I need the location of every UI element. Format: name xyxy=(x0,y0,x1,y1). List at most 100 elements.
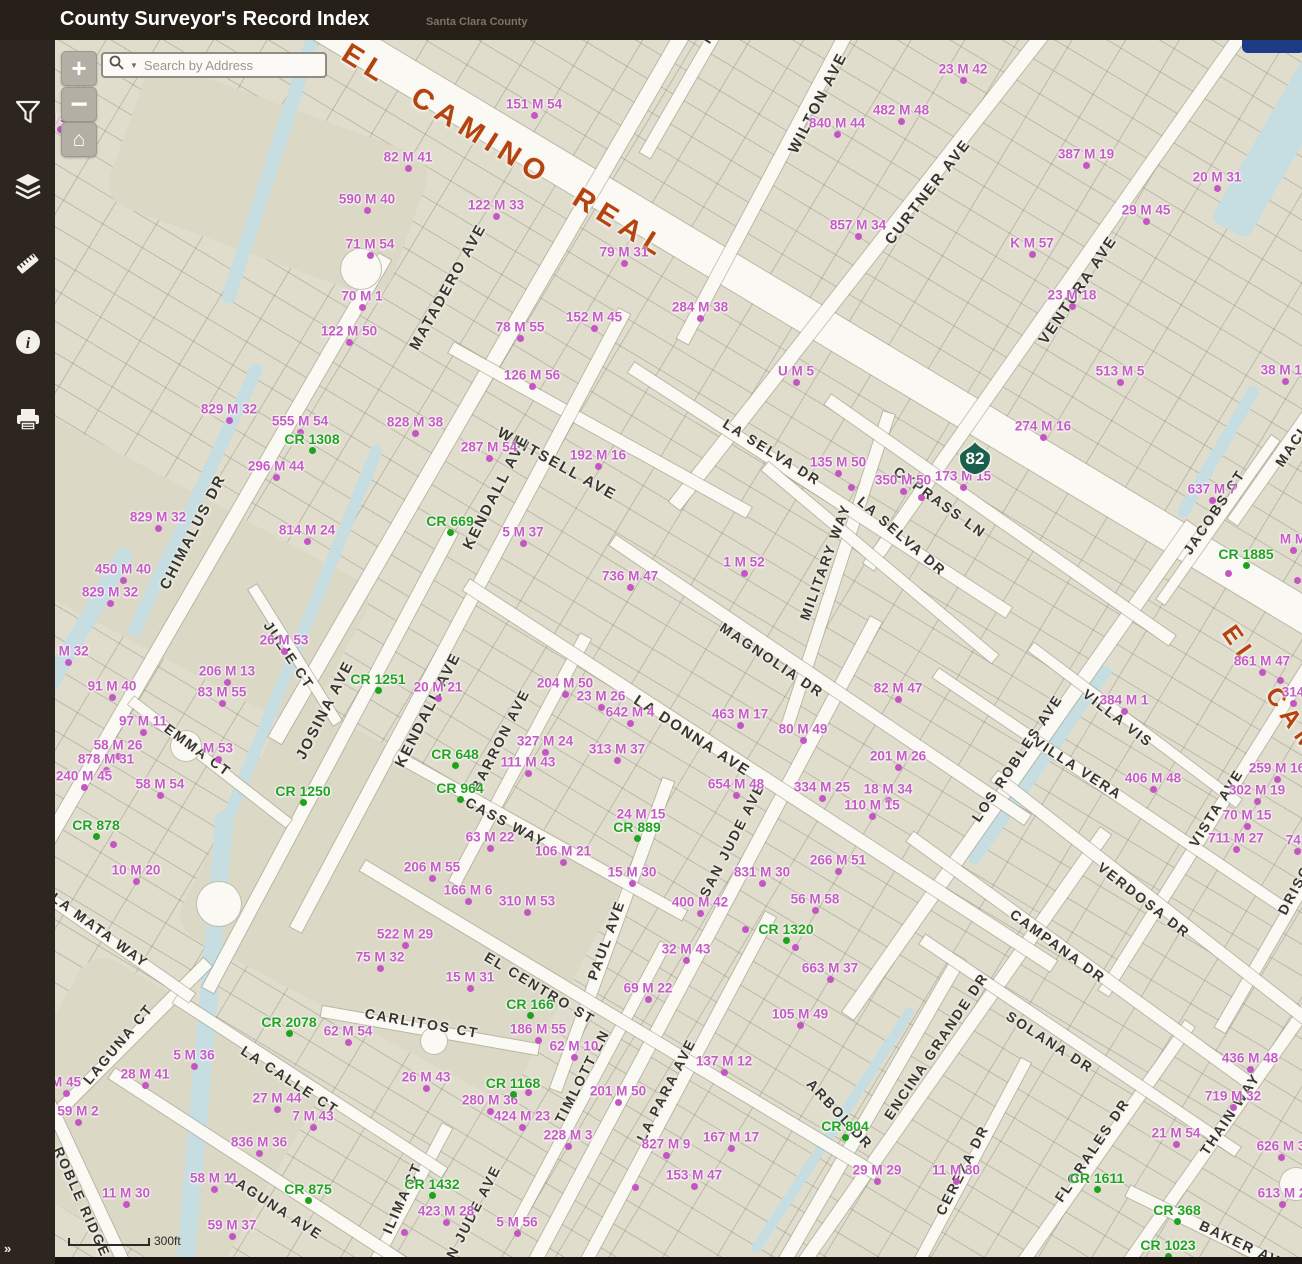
survey-record-dot[interactable] xyxy=(917,493,925,501)
survey-record-dot[interactable] xyxy=(644,996,652,1003)
survey-record-dot[interactable] xyxy=(225,417,233,424)
survey-record-dot[interactable] xyxy=(214,756,222,763)
survey-record-dot[interactable] xyxy=(1289,547,1297,554)
map-canvas[interactable]: EL CAMINO REALEL CAMINOMATADERO AVEMATAD… xyxy=(0,0,1302,1264)
survey-record-dot[interactable] xyxy=(597,704,605,711)
survey-record-dot[interactable] xyxy=(62,1090,70,1097)
survey-record-dot[interactable] xyxy=(1258,669,1266,676)
cr-record-dot[interactable] xyxy=(304,1197,312,1204)
survey-record-dot[interactable] xyxy=(690,1183,698,1190)
filter-tool-button[interactable] xyxy=(0,90,55,134)
survey-record-dot[interactable] xyxy=(564,1143,572,1150)
layers-tool-button[interactable] xyxy=(0,164,55,208)
survey-record-dot[interactable] xyxy=(228,1233,236,1240)
survey-record-dot[interactable] xyxy=(1116,379,1124,386)
survey-record-dot[interactable] xyxy=(442,1219,450,1226)
survey-record-dot[interactable] xyxy=(1281,378,1289,385)
survey-record-dot[interactable] xyxy=(141,1082,149,1089)
cr-record-dot[interactable] xyxy=(451,762,459,769)
survey-record-dot[interactable] xyxy=(854,233,862,240)
survey-record-dot[interactable] xyxy=(1243,823,1251,830)
survey-record-dot[interactable] xyxy=(590,325,598,332)
survey-record-dot[interactable] xyxy=(486,845,494,852)
survey-record-dot[interactable] xyxy=(868,813,876,820)
survey-record-dot[interactable] xyxy=(833,131,841,138)
survey-record-dot[interactable] xyxy=(108,694,116,701)
survey-record-dot[interactable] xyxy=(1276,676,1284,684)
survey-record-dot[interactable] xyxy=(1229,1104,1237,1111)
search-input[interactable] xyxy=(141,56,322,74)
survey-record-dot[interactable] xyxy=(523,909,531,916)
survey-record-dot[interactable] xyxy=(401,942,409,949)
survey-record-dot[interactable] xyxy=(796,1022,804,1029)
survey-record-dot[interactable] xyxy=(80,784,88,791)
survey-record-dot[interactable] xyxy=(280,648,288,655)
survey-record-dot[interactable] xyxy=(1068,303,1076,310)
survey-record-dot[interactable] xyxy=(486,1108,494,1115)
survey-record-dot[interactable] xyxy=(818,795,826,802)
survey-record-dot[interactable] xyxy=(561,691,569,698)
survey-record-dot[interactable] xyxy=(492,213,500,220)
survey-record-dot[interactable] xyxy=(422,1085,430,1092)
survey-record-dot[interactable] xyxy=(1224,569,1232,577)
survey-record-dot[interactable] xyxy=(1213,185,1221,192)
survey-record-dot[interactable] xyxy=(303,538,311,545)
address-search-box[interactable]: ▼ xyxy=(101,52,327,78)
survey-record-dot[interactable] xyxy=(273,1106,281,1113)
survey-record-dot[interactable] xyxy=(466,985,474,992)
survey-record-dot[interactable] xyxy=(74,1119,82,1126)
info-tool-button[interactable]: i xyxy=(0,320,55,364)
zoom-out-button[interactable]: − xyxy=(61,87,97,122)
search-source-caret-icon[interactable]: ▼ xyxy=(130,61,138,70)
survey-record-dot[interactable] xyxy=(899,488,907,495)
survey-record-dot[interactable] xyxy=(826,976,834,983)
survey-record-dot[interactable] xyxy=(959,484,967,491)
survey-record-dot[interactable] xyxy=(434,695,442,702)
survey-record-dot[interactable] xyxy=(156,792,164,799)
cr-record-dot[interactable] xyxy=(299,799,307,806)
survey-record-dot[interactable] xyxy=(682,957,690,964)
survey-record-dot[interactable] xyxy=(811,907,819,914)
survey-record-dot[interactable] xyxy=(64,659,72,666)
survey-record-dot[interactable] xyxy=(411,430,419,437)
survey-record-dot[interactable] xyxy=(736,722,744,729)
survey-record-dot[interactable] xyxy=(594,463,602,470)
survey-record-dot[interactable] xyxy=(847,483,855,491)
survey-record-dot[interactable] xyxy=(1120,708,1128,715)
cr-record-dot[interactable] xyxy=(1173,1218,1181,1225)
survey-record-dot[interactable] xyxy=(528,383,536,390)
survey-record-dot[interactable] xyxy=(1246,1066,1254,1073)
survey-record-dot[interactable] xyxy=(464,898,472,905)
survey-record-dot[interactable] xyxy=(570,1054,578,1061)
survey-record-dot[interactable] xyxy=(626,584,634,591)
survey-record-dot[interactable] xyxy=(534,1037,542,1044)
cr-record-dot[interactable] xyxy=(782,937,790,944)
cr-record-dot[interactable] xyxy=(428,1192,436,1199)
survey-record-dot[interactable] xyxy=(154,525,162,532)
survey-record-dot[interactable] xyxy=(834,868,842,875)
survey-record-dot[interactable] xyxy=(662,1152,670,1159)
survey-record-dot[interactable] xyxy=(516,335,524,342)
cr-record-dot[interactable] xyxy=(1093,1186,1101,1193)
survey-record-dot[interactable] xyxy=(139,729,147,736)
print-tool-button[interactable] xyxy=(0,398,55,442)
survey-record-dot[interactable] xyxy=(218,700,226,707)
survey-record-dot[interactable] xyxy=(210,1186,218,1193)
cr-record-dot[interactable] xyxy=(1242,562,1250,569)
survey-record-dot[interactable] xyxy=(1039,434,1047,441)
survey-record-dot[interactable] xyxy=(122,1201,130,1208)
survey-record-dot[interactable] xyxy=(309,1124,317,1131)
survey-record-dot[interactable] xyxy=(524,1088,532,1096)
survey-record-dot[interactable] xyxy=(834,470,842,477)
cr-record-dot[interactable] xyxy=(633,835,641,842)
survey-record-dot[interactable] xyxy=(1289,700,1297,707)
survey-record-dot[interactable] xyxy=(741,925,749,933)
survey-record-dot[interactable] xyxy=(894,764,902,771)
survey-record-dot[interactable] xyxy=(792,379,800,386)
survey-record-dot[interactable] xyxy=(485,455,493,462)
survey-record-dot[interactable] xyxy=(952,1178,960,1185)
cr-record-dot[interactable] xyxy=(446,529,454,536)
survey-record-dot[interactable] xyxy=(119,577,127,584)
survey-record-dot[interactable] xyxy=(109,840,117,848)
survey-record-dot[interactable] xyxy=(894,696,902,703)
